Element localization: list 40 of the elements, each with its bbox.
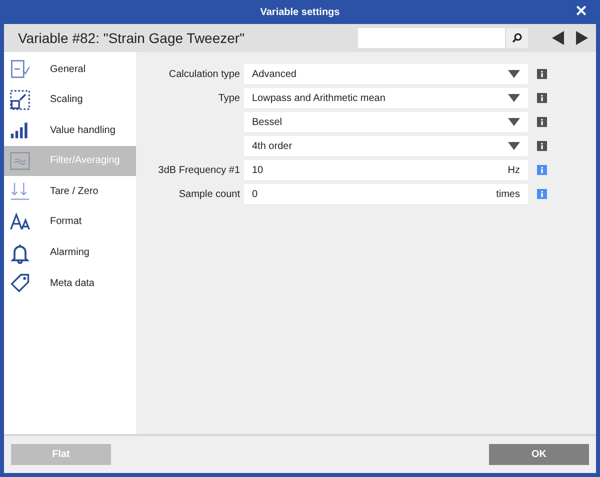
input-field[interactable]: 10 Hz xyxy=(244,160,528,180)
input-field[interactable]: 0 times xyxy=(244,184,528,204)
variable-title: Variable #82: "Strain Gage Tweezer" xyxy=(18,30,246,46)
sidebar-item[interactable]: Scaling xyxy=(4,84,136,115)
sidebar-item[interactable]: Meta data xyxy=(4,268,136,298)
field-label: Calculation type xyxy=(168,68,241,80)
sidebar-item[interactable]: Alarming xyxy=(4,238,136,268)
dropdown-arrow-icon xyxy=(508,70,520,78)
unit-label: times xyxy=(496,188,520,200)
dropdown-arrow-icon xyxy=(508,142,520,150)
resize-icon xyxy=(9,88,31,111)
close-button[interactable]: ✕ xyxy=(575,3,588,21)
down-arrows-icon xyxy=(9,180,31,202)
info-icon[interactable] xyxy=(537,117,547,127)
field-label: 3dB Frequency #1 xyxy=(157,164,241,176)
info-icon[interactable] xyxy=(537,141,547,151)
search-field[interactable] xyxy=(358,28,528,48)
window-title: Variable settings xyxy=(260,6,340,18)
search-icon[interactable] xyxy=(505,28,528,48)
field-label: Sample count xyxy=(178,188,241,200)
previous-icon[interactable] xyxy=(552,31,564,45)
field-label: Type xyxy=(217,92,241,104)
info-icon[interactable] xyxy=(537,69,547,79)
dropdown-arrow-icon xyxy=(508,118,520,126)
dropdown-arrow-icon xyxy=(508,94,520,102)
sidebar-item[interactable]: General xyxy=(4,54,136,84)
next-icon[interactable] xyxy=(576,31,588,45)
sidebar-item[interactable]: Tare / Zero xyxy=(4,176,136,206)
sidebar-item[interactable]: Format xyxy=(4,206,136,237)
dropdown[interactable]: Lowpass and Arithmetic mean xyxy=(244,88,528,108)
sidebar-item[interactable]: Value handling xyxy=(4,115,136,146)
wave-icon xyxy=(9,150,31,172)
clipboard-icon xyxy=(9,58,31,80)
dropdown[interactable]: 4th order xyxy=(244,136,528,156)
ok-button[interactable]: OK xyxy=(489,444,589,465)
info-icon[interactable] xyxy=(537,93,547,103)
dropdown[interactable]: Bessel xyxy=(244,112,528,132)
unit-label: Hz xyxy=(508,164,520,176)
tag-icon xyxy=(9,272,31,294)
dropdown[interactable]: Advanced xyxy=(244,64,528,84)
